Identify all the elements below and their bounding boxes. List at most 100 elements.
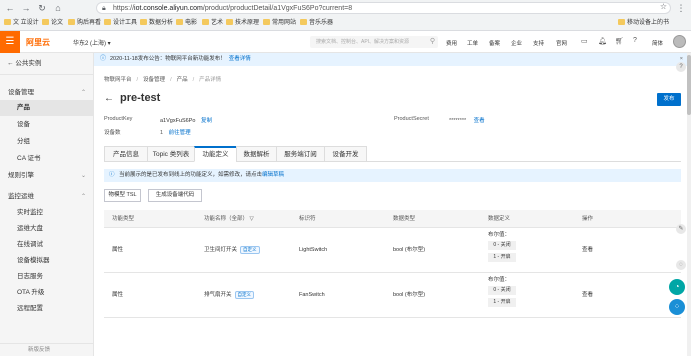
breadcrumb-item[interactable]: 产品 xyxy=(177,77,188,83)
manage-devices-link[interactable]: 前往管理 xyxy=(169,130,191,136)
tab-server-subscription[interactable]: 服务端订阅 xyxy=(276,146,325,162)
sidebar-item-label: 监控运维 xyxy=(8,193,34,200)
help-icon[interactable]: ? xyxy=(633,37,637,44)
bookmark-item[interactable]: 音乐乐器 xyxy=(300,19,333,28)
bookmark-item[interactable]: 设计工具 xyxy=(104,19,137,28)
sidebar-item-label: OTA 升级 xyxy=(17,289,45,296)
sidebar-item-label: CA 证书 xyxy=(17,155,41,162)
sidebar-item[interactable]: 运维大盘 xyxy=(0,221,94,237)
bookmark-item[interactable]: 数据分析 xyxy=(140,19,173,28)
notice-link[interactable]: 查看详情 xyxy=(229,56,251,62)
floating-apps-icon[interactable]: ⁘ xyxy=(669,299,685,315)
view-link[interactable]: 查看 xyxy=(582,246,593,254)
sidebar-item[interactable]: 在线调试 xyxy=(0,237,94,253)
tab-feature-definition[interactable]: 功能定义 xyxy=(194,146,237,162)
bookmark-item[interactable]: 文 立设计 xyxy=(4,19,39,28)
sidebar-item[interactable]: 远程配置 xyxy=(0,301,94,317)
bookmark-item[interactable]: 常用网站 xyxy=(263,19,296,28)
view-secret-link[interactable]: 查看 xyxy=(474,118,485,124)
tab-product-info[interactable]: 产品信息 xyxy=(104,146,148,162)
sidebar-group[interactable]: 规则引擎 ⌄ xyxy=(0,168,94,184)
aliyun-logo[interactable]: 阿里云 xyxy=(26,37,50,48)
sidebar-item[interactable]: 产品 xyxy=(0,100,94,116)
enum-value: 1 - 开启 xyxy=(488,253,516,262)
edit-draft-link[interactable]: 编辑草稿 xyxy=(262,172,284,178)
back-arrow-icon[interactable]: ← xyxy=(104,93,114,104)
filter-icon[interactable]: ▽ xyxy=(250,216,254,222)
page-scrollbar[interactable] xyxy=(687,53,691,356)
device-count-field: 设备数 xyxy=(104,130,121,136)
sidebar: ← 公共实例 设备管理 ⌃ 产品 设备 分组 CA 证书规则引擎 ⌄ 监控运维 ⌃ 实时监控 运维大… xyxy=(0,53,94,356)
bookmark-item[interactable]: 技术原理 xyxy=(226,19,259,28)
sidebar-item[interactable]: 设备模拟器 xyxy=(0,253,94,269)
table-row: 属性 卫生间灯开关 自定义 LightSwitch bool (布尔型) 布尔值：… xyxy=(104,228,681,273)
search-icon[interactable]: ⚲ xyxy=(430,36,435,48)
hamburger-menu-icon[interactable]: ☰ xyxy=(0,31,20,53)
tab-topic-list[interactable]: Topic 类列表 xyxy=(147,146,195,162)
copy-link[interactable]: 复制 xyxy=(201,118,212,124)
bookmark-star-icon[interactable]: ☆ xyxy=(660,2,667,11)
column-header: 操作 xyxy=(582,216,594,222)
folder-icon xyxy=(300,19,307,25)
header-link-enterprise[interactable]: 企业 xyxy=(511,39,522,47)
bookmark-item[interactable]: 艺术 xyxy=(202,19,223,28)
global-search-input[interactable]: 搜索文档、控制台、API、解决方案和资源 ⚲ xyxy=(310,36,438,48)
view-link[interactable]: 查看 xyxy=(582,291,593,299)
sidebar-feedback[interactable]: 新版反馈 xyxy=(0,343,94,356)
sidebar-group[interactable]: 监控运维 ⌃ xyxy=(0,189,94,205)
sidebar-item[interactable]: OTA 升级 xyxy=(0,285,94,301)
region-selector[interactable]: 华东2 (上海) ▾ xyxy=(73,38,111,47)
cell-def-label: 布尔值： xyxy=(488,277,511,283)
sidebar-item[interactable]: 设备 xyxy=(0,117,94,133)
header-link-ticket[interactable]: 工单 xyxy=(467,39,478,47)
breadcrumb-item[interactable]: 设备管理 xyxy=(143,77,165,83)
bookmark-item[interactable]: 论文 xyxy=(42,19,63,28)
back-icon[interactable]: ← xyxy=(4,2,16,14)
enum-value: 0 - 关闭 xyxy=(488,241,516,250)
bookmark-item[interactable]: 购后再看 xyxy=(68,19,101,28)
dock-help-icon[interactable]: ? xyxy=(676,62,686,72)
bookmark-item-mobile[interactable]: 移动设备上的书 xyxy=(618,19,669,28)
header-link-icp[interactable]: 备案 xyxy=(489,39,500,47)
sidebar-group[interactable]: 设备管理 ⌃ xyxy=(0,85,94,101)
header-link-support[interactable]: 支持 xyxy=(533,39,544,47)
sidebar-back-public-instance[interactable]: ← 公共实例 xyxy=(0,53,94,75)
home-icon[interactable]: ⌂ xyxy=(52,2,64,14)
main-content: ⓘ 2020-11-18发布公告：物联网平台新功能发布！ 查看详情 × 物联网平台… xyxy=(94,53,691,356)
sidebar-item-label: 设备管理 xyxy=(8,89,34,96)
scrollbar-thumb[interactable] xyxy=(687,55,691,115)
breadcrumb-item[interactable]: 物联网平台 xyxy=(104,77,132,83)
generate-code-button[interactable]: 生成设备端代码 xyxy=(148,189,202,202)
cart-icon[interactable]: 🛒︎ xyxy=(615,37,624,45)
language-switch[interactable]: 简体 xyxy=(652,39,663,47)
cell-def-label: 布尔值： xyxy=(488,232,511,238)
cell-type: 属性 xyxy=(112,247,124,253)
address-bar[interactable]: 🔒︎ https://iot.console.aliyun.com/produc… xyxy=(96,2,671,14)
chevron-icon: ⌄ xyxy=(80,173,86,179)
tsl-model-button[interactable]: 物模型 TSL xyxy=(104,189,141,202)
cell-identifier: LightSwitch xyxy=(299,247,328,253)
sidebar-item[interactable]: 实时监控 xyxy=(0,205,94,221)
dock-chat-icon[interactable]: ◌ xyxy=(676,260,686,270)
header-link-billing[interactable]: 费用 xyxy=(446,39,457,47)
bookmark-item[interactable]: 电影 xyxy=(176,19,197,28)
product-key-field: ProductKey xyxy=(104,116,133,122)
sidebar-item[interactable]: CA 证书 xyxy=(0,151,94,167)
header-link-official[interactable]: 官网 xyxy=(556,39,567,47)
publish-button[interactable]: 发布 xyxy=(657,93,681,106)
sidebar-item[interactable]: 分组 xyxy=(0,134,94,150)
floating-chat-icon[interactable]: ◔ xyxy=(669,279,685,295)
forward-icon[interactable]: → xyxy=(20,2,32,14)
cell-type: 属性 xyxy=(112,292,124,298)
menu-icon[interactable]: ⋮ xyxy=(675,2,687,14)
sidebar-item-label: 日志服务 xyxy=(17,273,43,280)
tab-data-parsing[interactable]: 数据解析 xyxy=(236,146,277,162)
user-avatar[interactable] xyxy=(673,35,686,48)
notification-bell-icon[interactable]: 🔔︎ xyxy=(598,37,607,45)
dock-feedback-icon[interactable]: ✎ xyxy=(676,224,686,234)
sidebar-item[interactable]: 日志服务 xyxy=(0,269,94,285)
terminal-icon[interactable]: ▭ xyxy=(581,37,588,45)
column-header-name[interactable]: 功能名称（全部） ▽ xyxy=(204,210,254,228)
reload-icon[interactable]: ↻ xyxy=(36,2,48,14)
tab-device-development[interactable]: 设备开发 xyxy=(324,146,367,162)
